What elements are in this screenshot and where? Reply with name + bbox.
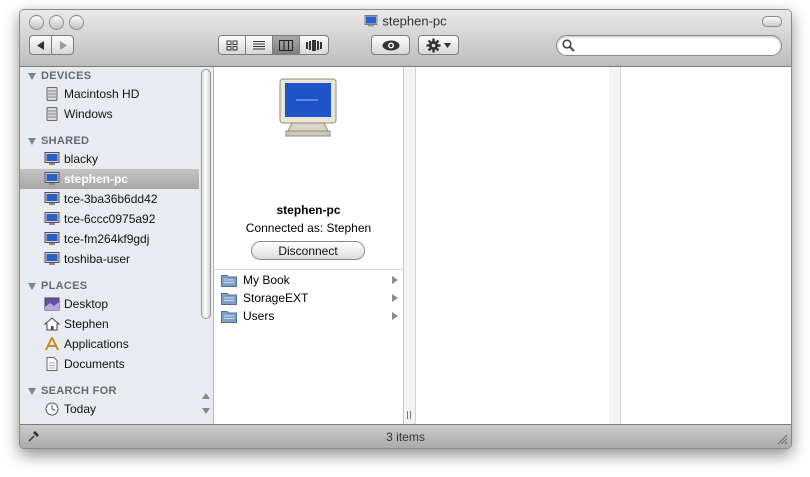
empty-column-2: [620, 67, 791, 424]
cover-flow-icon: [306, 39, 322, 51]
column-gap: [609, 67, 620, 424]
column-view-icon: [279, 39, 293, 51]
pc-icon: [44, 172, 60, 185]
devices-header[interactable]: DEVICES: [28, 70, 91, 82]
share-item-my-book[interactable]: My Book: [214, 271, 403, 289]
window-title-text: stephen-pc: [382, 13, 447, 29]
search-input[interactable]: [579, 38, 774, 53]
disclosure-triangle-icon: [28, 137, 36, 145]
item-count: 3 items: [386, 430, 425, 444]
sidebar: DEVICES Macintosh HD Windows SHARED blac…: [20, 67, 214, 424]
toolbar-toggle-button[interactable]: [762, 16, 782, 27]
connection-status: Connected as: Stephen: [245, 221, 372, 235]
eye-icon: [382, 40, 399, 50]
pc-icon: [44, 212, 60, 225]
forward-arrow-icon: [59, 40, 67, 50]
shared-header[interactable]: SHARED: [28, 135, 89, 147]
sidebar-item-tce-fm264kf9gdj[interactable]: tce-fm264kf9gdj: [20, 229, 199, 249]
empty-column: [415, 67, 610, 424]
home-icon: [44, 317, 60, 331]
pc-icon: [44, 232, 60, 245]
share-item-storageext[interactable]: StorageEXT: [214, 289, 403, 307]
places-header[interactable]: PLACES: [28, 280, 87, 292]
sidebar-item-tce-3ba36b6dd42[interactable]: tce-3ba36b6dd42: [20, 189, 199, 209]
server-column: stephen-pc Connected as: Stephen Disconn…: [214, 67, 404, 424]
sidebar-item-applications[interactable]: Applications: [20, 334, 199, 354]
cover-flow-view-button[interactable]: [299, 35, 329, 55]
pc-icon: [44, 252, 60, 265]
server-name: stephen-pc: [276, 203, 341, 217]
action-menu-button[interactable]: [418, 35, 459, 55]
resize-grip-icon: [407, 411, 411, 419]
forward-button[interactable]: [51, 35, 74, 55]
sidebar-item-stephen[interactable]: Stephen: [20, 314, 199, 334]
search-field[interactable]: [556, 35, 782, 56]
sidebar-item-today[interactable]: Today: [20, 399, 199, 419]
icon-view-button[interactable]: [218, 35, 246, 55]
applications-icon: [45, 337, 59, 351]
column-view-button[interactable]: [272, 35, 300, 55]
sidebar-item-macintosh-hd[interactable]: Macintosh HD: [20, 84, 199, 104]
shared-folder-icon: [221, 274, 237, 287]
hard-drive-icon: [46, 107, 58, 121]
disclosure-triangle-icon: [28, 72, 36, 80]
clock-icon: [45, 402, 59, 416]
column-resize-handle[interactable]: [404, 67, 415, 424]
back-arrow-icon: [36, 40, 44, 50]
dropdown-arrow-icon: [444, 42, 451, 48]
expand-arrow-icon: [392, 294, 398, 302]
expand-arrow-icon: [392, 312, 398, 320]
resize-corner-icon[interactable]: [777, 434, 788, 445]
icon-view-icon: [226, 40, 238, 50]
status-bar: 3 items: [20, 424, 791, 448]
sidebar-item-tce-6ccc0975a92[interactable]: tce-6ccc0975a92: [20, 209, 199, 229]
sidebar-scroll-thumb[interactable]: [201, 69, 211, 319]
list-view-button[interactable]: [245, 35, 273, 55]
sidebar-item-toshiba-user[interactable]: toshiba-user: [20, 249, 199, 269]
sidebar-item-blacky[interactable]: blacky: [20, 149, 199, 169]
sidebar-item-desktop[interactable]: Desktop: [20, 294, 199, 314]
pc-icon: [364, 14, 378, 27]
quick-look-button[interactable]: [371, 35, 410, 55]
pc-preview-icon: [279, 78, 337, 137]
disconnect-button[interactable]: Disconnect: [251, 241, 365, 260]
search-icon: [562, 39, 575, 52]
sidebar-item-windows[interactable]: Windows: [20, 104, 199, 124]
desktop-icon: [44, 297, 60, 311]
search-for-header[interactable]: SEARCH FOR: [28, 385, 117, 397]
scroll-down-arrow-icon[interactable]: [201, 407, 211, 415]
gear-icon: [426, 38, 441, 52]
disclosure-triangle-icon: [28, 282, 36, 290]
hard-drive-icon: [46, 87, 58, 101]
list-view-icon: [253, 40, 265, 49]
shared-folder-icon: [221, 310, 237, 323]
sidebar-item-documents[interactable]: Documents: [20, 354, 199, 374]
title-bar: stephen-pc: [20, 10, 791, 67]
sidebar-item-stephen-pc[interactable]: stephen-pc: [20, 169, 199, 189]
disclosure-triangle-icon: [28, 387, 36, 395]
column-divider: [214, 269, 403, 270]
sidebar-scrollbar[interactable]: [200, 69, 212, 421]
expand-arrow-icon: [392, 276, 398, 284]
window-title: stephen-pc: [20, 13, 791, 28]
pc-icon: [44, 152, 60, 165]
shared-folder-icon: [221, 292, 237, 305]
pc-icon: [44, 192, 60, 205]
finder-window: stephen-pc DEVICES Macintosh HD Windows …: [19, 9, 792, 449]
scroll-up-arrow-icon[interactable]: [201, 392, 211, 400]
documents-icon: [46, 357, 58, 371]
share-item-users[interactable]: Users: [214, 307, 403, 325]
back-button[interactable]: [29, 35, 52, 55]
